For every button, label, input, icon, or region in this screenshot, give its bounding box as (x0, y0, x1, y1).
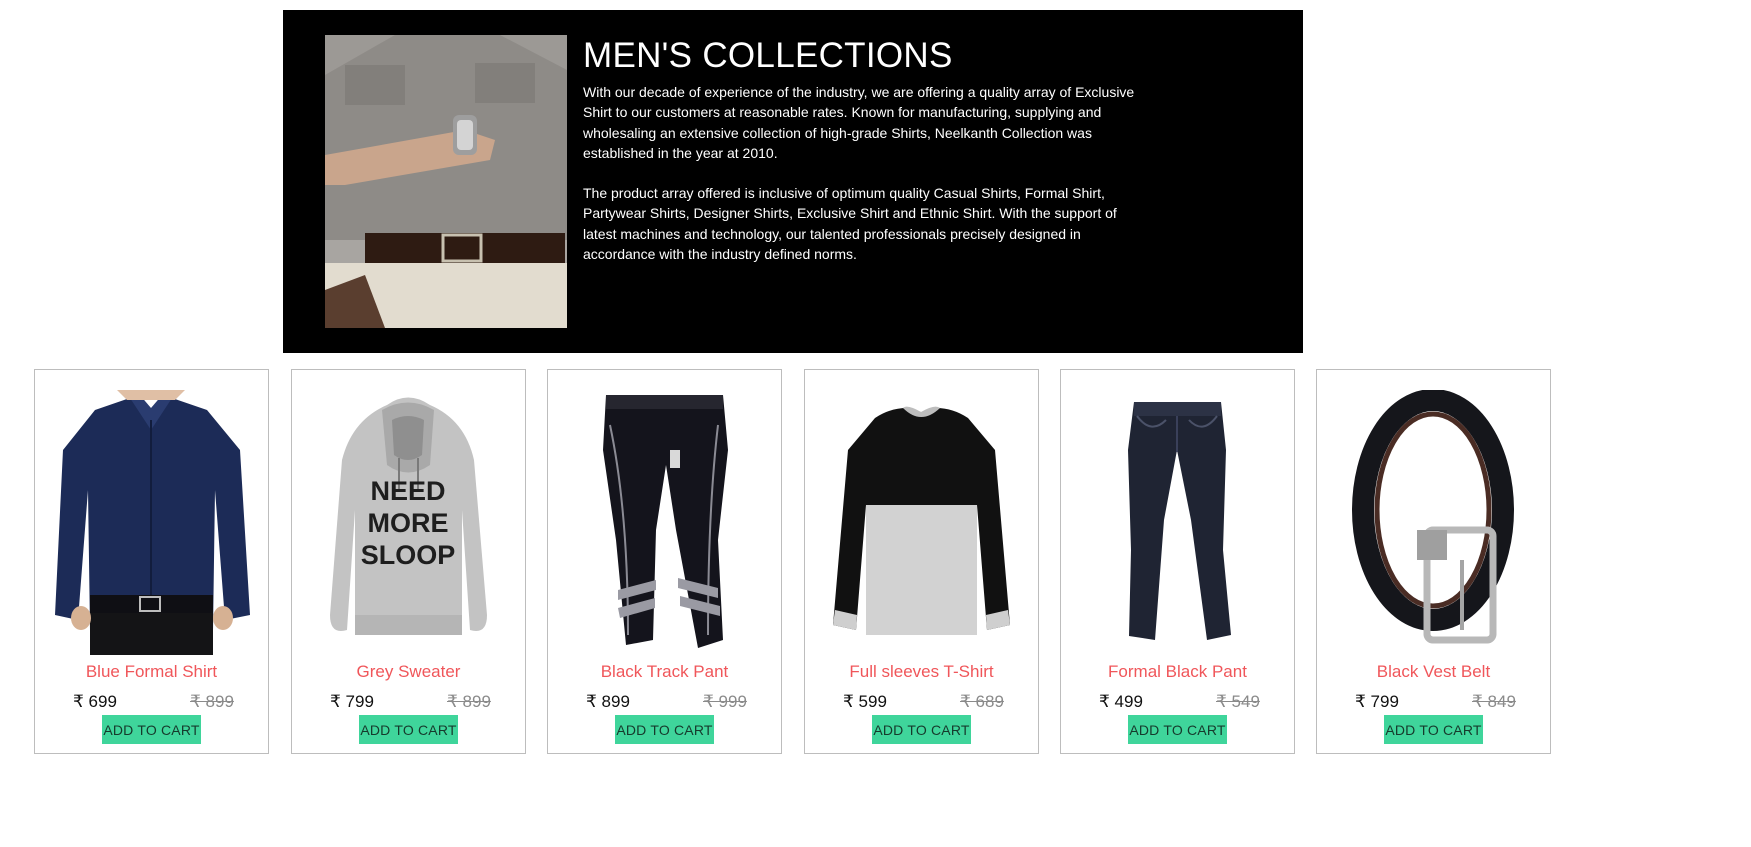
product-card: NEED MORE SLOOP Grey Sweater ₹ 799 ₹ 899… (291, 369, 526, 754)
hero-photo-man-with-watch (325, 35, 567, 328)
add-to-cart-button[interactable]: ADD TO CART (615, 715, 714, 744)
product-card: Black Track Pant ₹ 899 ₹ 999 ADD TO CART (547, 369, 782, 754)
add-to-cart-button[interactable]: ADD TO CART (359, 715, 458, 744)
product-image-blue-shirt[interactable] (45, 390, 258, 655)
price-row: ₹ 899 ₹ 999 (548, 692, 781, 714)
product-card: Full sleeves T-Shirt ₹ 599 ₹ 689 ADD TO … (804, 369, 1039, 754)
hero-paragraph: With our decade of experience of the ind… (583, 84, 1135, 161)
price-row: ₹ 499 ₹ 549 (1061, 692, 1294, 714)
current-price: ₹ 599 (843, 692, 887, 711)
page-title: MEN'S COLLECTIONS (583, 36, 953, 75)
product-card: Blue Formal Shirt ₹ 699 ₹ 899 ADD TO CAR… (34, 369, 269, 754)
current-price: ₹ 699 (73, 692, 117, 711)
sweater-print-text: NEED (370, 476, 445, 506)
product-name[interactable]: Grey Sweater (292, 662, 525, 682)
product-card: Formal Black Pant ₹ 499 ₹ 549 ADD TO CAR… (1060, 369, 1295, 754)
original-price: ₹ 549 (1216, 692, 1260, 711)
sweater-print-text: MORE (368, 508, 449, 538)
product-image-track-pant[interactable] (558, 390, 771, 655)
add-to-cart-button[interactable]: ADD TO CART (872, 715, 971, 744)
hero-paragraph: The product array offered is inclusive o… (583, 185, 1117, 263)
price-row: ₹ 599 ₹ 689 (805, 692, 1038, 714)
mens-collection-banner: MEN'S COLLECTIONS With our decade of exp… (283, 10, 1303, 353)
current-price: ₹ 899 (586, 692, 630, 711)
price-row: ₹ 699 ₹ 899 (35, 692, 268, 714)
current-price: ₹ 799 (330, 692, 374, 711)
product-image-full-sleeves-tshirt[interactable] (815, 390, 1028, 655)
current-price: ₹ 799 (1355, 692, 1399, 711)
sweater-print-text: SLOOP (361, 540, 456, 570)
original-price: ₹ 899 (190, 692, 234, 711)
product-name[interactable]: Black Vest Belt (1317, 662, 1550, 682)
product-name[interactable]: Black Track Pant (548, 662, 781, 682)
add-to-cart-button[interactable]: ADD TO CART (1384, 715, 1483, 744)
product-name[interactable]: Formal Black Pant (1061, 662, 1294, 682)
product-image-grey-sweater[interactable]: NEED MORE SLOOP (302, 390, 515, 655)
price-row: ₹ 799 ₹ 849 (1317, 692, 1550, 714)
original-price: ₹ 899 (447, 692, 491, 711)
original-price: ₹ 999 (703, 692, 747, 711)
price-row: ₹ 799 ₹ 899 (292, 692, 525, 714)
product-name[interactable]: Blue Formal Shirt (35, 662, 268, 682)
current-price: ₹ 499 (1099, 692, 1143, 711)
hero-description: With our decade of experience of the ind… (583, 82, 1138, 284)
original-price: ₹ 849 (1472, 692, 1516, 711)
product-card: Black Vest Belt ₹ 799 ₹ 849 ADD TO CART (1316, 369, 1551, 754)
product-grid: Blue Formal Shirt ₹ 699 ₹ 899 ADD TO CAR… (34, 369, 1554, 755)
product-name[interactable]: Full sleeves T-Shirt (805, 662, 1038, 682)
add-to-cart-button[interactable]: ADD TO CART (1128, 715, 1227, 744)
add-to-cart-button[interactable]: ADD TO CART (102, 715, 201, 744)
original-price: ₹ 689 (960, 692, 1004, 711)
product-image-formal-black-pant[interactable] (1071, 390, 1284, 655)
product-image-black-belt[interactable] (1327, 390, 1540, 655)
